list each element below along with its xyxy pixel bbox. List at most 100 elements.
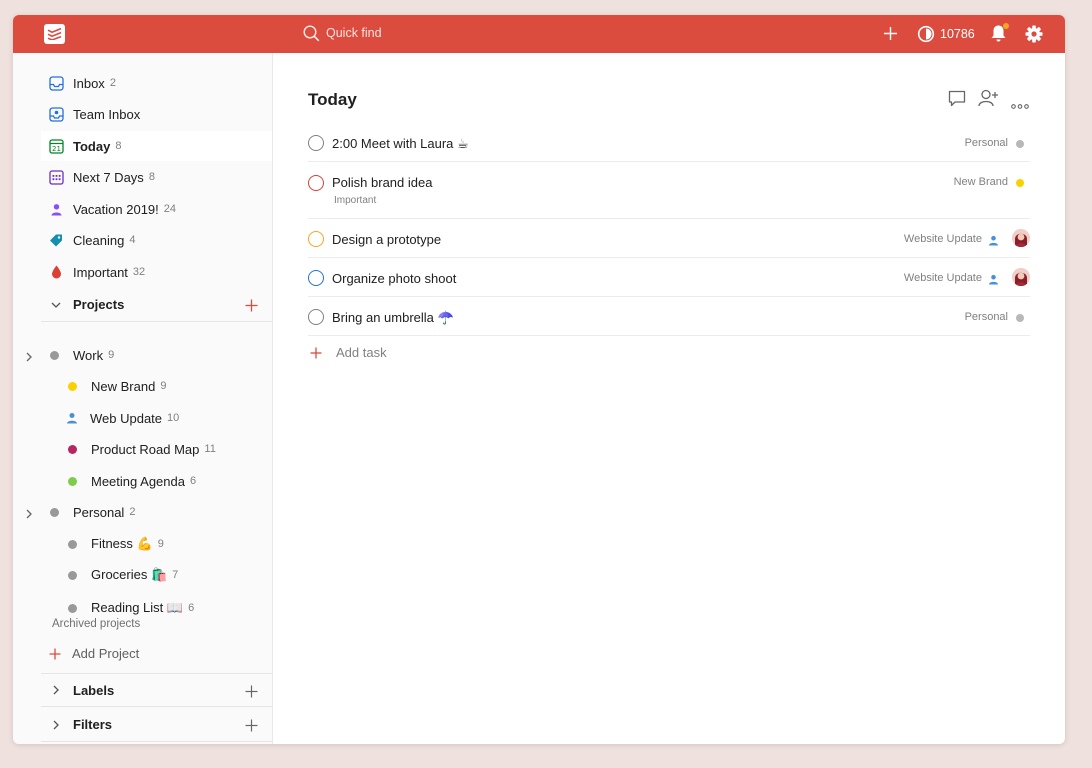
project-label: Product Road Map [91,441,200,457]
project-fitness[interactable]: Fitness 💪 9 [68,530,164,558]
projects-section-header[interactable]: Projects [41,288,272,322]
project-count: 2 [129,506,136,518]
sidebar-item-label: Team Inbox [73,106,141,122]
page-title: Today [308,90,357,109]
sidebar-item-count: 2 [109,77,116,89]
project-label: Reading List 📖 [91,600,184,615]
karma-icon[interactable] [917,25,935,48]
person-icon [48,201,64,217]
project-label: Work [73,347,104,363]
comment-icon[interactable] [948,90,966,112]
project-color-dot [68,570,77,580]
sidebar-item-count: 32 [132,266,146,278]
task-checkbox[interactable] [308,270,324,286]
sidebar-item-vacation[interactable]: Vacation 2019! 24 [41,194,272,224]
sidebar-item-cleaning[interactable]: Cleaning 4 [41,225,272,255]
person-icon [66,412,78,424]
project-web-update[interactable]: Web Update 10 [66,404,179,432]
task-row[interactable]: 2:00 Meet with Laura ☕ Personal [308,125,1030,162]
task-content[interactable]: Bring an umbrella ☂️ [332,310,454,326]
project-count: 10 [167,412,180,424]
project-work[interactable]: Work 9 [26,341,115,369]
add-task-button[interactable]: Add task [310,345,387,360]
inbox-icon [48,75,64,91]
sidebar-item-important[interactable]: Important 32 [41,257,272,287]
more-options-icon[interactable] [1011,96,1029,114]
task-checkbox[interactable] [308,175,324,191]
add-project-plus-icon[interactable] [245,299,258,317]
chevron-right-icon[interactable] [26,507,32,522]
project-color-dot [1016,179,1024,187]
task-row[interactable]: Organize photo shoot Website Update [308,259,1030,297]
project-count: 7 [172,569,179,581]
task-content[interactable]: Organize photo shoot [332,271,456,286]
task-content[interactable]: Design a prototype [332,232,441,247]
task-checkbox[interactable] [308,309,324,325]
add-task-icon[interactable] [883,26,898,46]
project-color-dot [1016,314,1024,322]
project-label: New Brand [91,378,156,394]
project-color-dot [50,507,59,517]
plus-icon [310,347,322,358]
project-color-dot [68,444,77,454]
todoist-logo-icon[interactable] [44,24,65,44]
task-project-label[interactable]: Website Update [904,272,982,284]
person-icon [988,272,999,290]
add-filter-plus-icon[interactable] [245,719,258,737]
assignee-avatar[interactable] [1012,229,1030,247]
calendar-today-icon: 21 [48,138,64,154]
labels-section-header[interactable]: Labels [41,673,272,707]
settings-gear-icon[interactable] [1025,25,1043,48]
chevron-down-icon[interactable] [48,302,64,308]
sidebar-item-count: 4 [129,234,136,246]
task-project-label[interactable]: Website Update [904,233,982,245]
svg-text:21: 21 [52,145,61,153]
task-content[interactable]: Polish brand idea [332,175,432,190]
project-product-road-map[interactable]: Product Road Map 11 [68,435,216,463]
project-count: 9 [108,349,115,361]
chevron-right-icon[interactable] [48,685,64,695]
plus-icon [49,648,61,659]
sidebar-item-today[interactable]: 21 Today 8 [41,131,272,161]
sidebar-item-next-7-days[interactable]: Next 7 Days 8 [41,162,272,192]
project-label: Web Update [90,410,163,426]
add-task-label: Add task [336,345,387,360]
sidebar-item-inbox[interactable]: Inbox 2 [41,68,272,98]
task-row[interactable]: Polish brand idea Important New Brand [308,163,1030,219]
share-add-person-icon[interactable] [978,89,999,112]
search-icon[interactable] [303,25,320,47]
project-personal[interactable]: Personal 2 [26,498,136,526]
project-color-dot [68,603,77,613]
task-row[interactable]: Design a prototype Website Update [308,220,1030,258]
project-color-dot [50,350,59,360]
project-count: 6 [189,475,197,487]
project-count: 9 [157,538,164,550]
chevron-right-icon[interactable] [48,720,64,730]
task-project-label[interactable]: Personal [965,137,1008,149]
chevron-right-icon[interactable] [26,350,32,365]
add-project-button[interactable]: Add Project [49,646,139,661]
project-color-dot [68,476,77,486]
project-meeting-agenda[interactable]: Meeting Agenda 6 [68,467,196,495]
project-color-dot [68,381,77,391]
sidebar-item-label: Next 7 Days [73,169,144,185]
task-project-label[interactable]: Personal [965,311,1008,323]
labels-header-label: Labels [73,682,115,698]
task-content[interactable]: 2:00 Meet with Laura ☕ [332,136,469,152]
karma-value[interactable]: 10786 [940,27,975,41]
project-label: Groceries 🛍️ [91,567,168,582]
assignee-avatar[interactable] [1012,268,1030,286]
task-checkbox[interactable] [308,231,324,247]
quick-find-input[interactable]: Quick find [326,26,382,40]
project-new-brand[interactable]: New Brand 9 [68,372,166,400]
archived-projects-link[interactable]: Archived projects [52,618,140,630]
task-label-tag[interactable]: Important [334,195,376,206]
task-row[interactable]: Bring an umbrella ☂️ Personal [308,298,1030,336]
filters-section-header[interactable]: Filters [41,708,272,742]
task-checkbox[interactable] [308,135,324,151]
sidebar-item-team-inbox[interactable]: Team Inbox [41,99,272,129]
sidebar-item-label: Vacation 2019! [73,201,159,217]
add-label-plus-icon[interactable] [245,685,258,703]
project-groceries[interactable]: Groceries 🛍️ 7 [68,561,178,589]
task-project-label[interactable]: New Brand [954,176,1008,188]
